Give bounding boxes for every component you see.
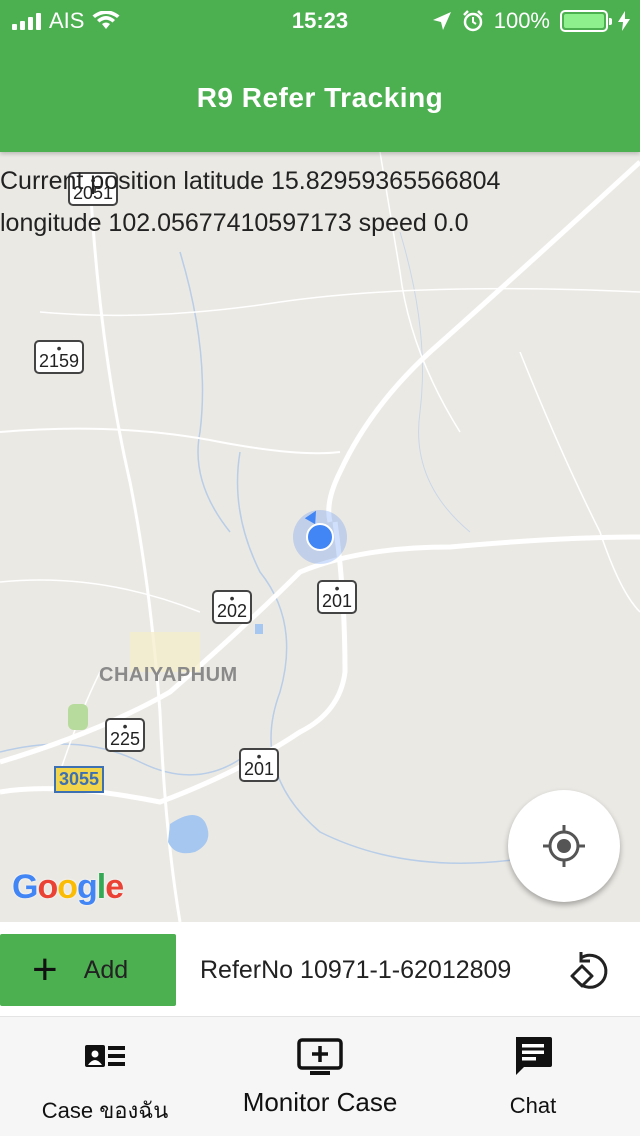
position-info: Current position latitude 15.82959365566…: [0, 160, 500, 244]
tab-chat-label: Chat: [509, 1093, 557, 1118]
tab-my-case-label: Case ของฉัน: [41, 1098, 169, 1123]
tab-chat[interactable]: Chat: [470, 1017, 596, 1136]
google-logo: Google: [12, 868, 124, 906]
route-shield: 2159: [34, 339, 85, 374]
position-latitude: Current position latitude 15.82959365566…: [0, 167, 501, 195]
alarm-icon: [462, 10, 483, 32]
monitor-plus-icon: [297, 1038, 343, 1075]
tab-monitor-case[interactable]: Monitor Case: [220, 1017, 420, 1136]
current-location-marker: [293, 507, 347, 564]
location-arrow-icon: [432, 12, 451, 30]
status-bar: AIS 15:23 100%: [0, 0, 640, 40]
position-longitude-speed: longitude 102.05677410597173 speed 0.0: [0, 209, 469, 237]
refer-number: ReferNo 10971-1-62012809: [200, 956, 512, 984]
map-view[interactable]: Current position latitude 15.82959365566…: [0, 152, 640, 922]
town-label: CHAIYAPHUM: [99, 664, 238, 686]
tab-my-case[interactable]: Case ของฉัน: [20, 1017, 190, 1136]
route-shield: 201: [317, 579, 358, 614]
id-card-icon: [85, 1045, 125, 1067]
add-button-label: Add: [83, 955, 129, 984]
battery-percent: 100%: [493, 8, 550, 33]
plus-icon: +: [32, 945, 58, 994]
add-button[interactable]: + Add: [0, 934, 176, 1006]
route-shield: 202: [212, 589, 253, 624]
page-title: R9 Refer Tracking: [196, 82, 444, 113]
app-header: AIS 15:23 100% R9 Refer Tracking: [0, 0, 640, 152]
tab-monitor-case-label: Monitor Case: [242, 1087, 398, 1117]
charging-icon: [618, 11, 630, 31]
route-shield: 201: [239, 747, 280, 782]
status-right: 100%: [432, 8, 630, 34]
crosshair-icon: [543, 825, 585, 867]
my-location-button[interactable]: [508, 790, 620, 902]
chat-icon: [516, 1037, 552, 1075]
action-row: + Add ReferNo 10971-1-62012809: [0, 922, 640, 1016]
rotate-refresh-icon[interactable]: [568, 948, 614, 994]
bottom-tab-bar: Case ของฉัน Monitor Case Chat: [0, 1016, 640, 1136]
highway-badge: 3055: [54, 766, 105, 793]
route-shield: 225: [105, 717, 146, 752]
battery-icon: [560, 10, 612, 32]
